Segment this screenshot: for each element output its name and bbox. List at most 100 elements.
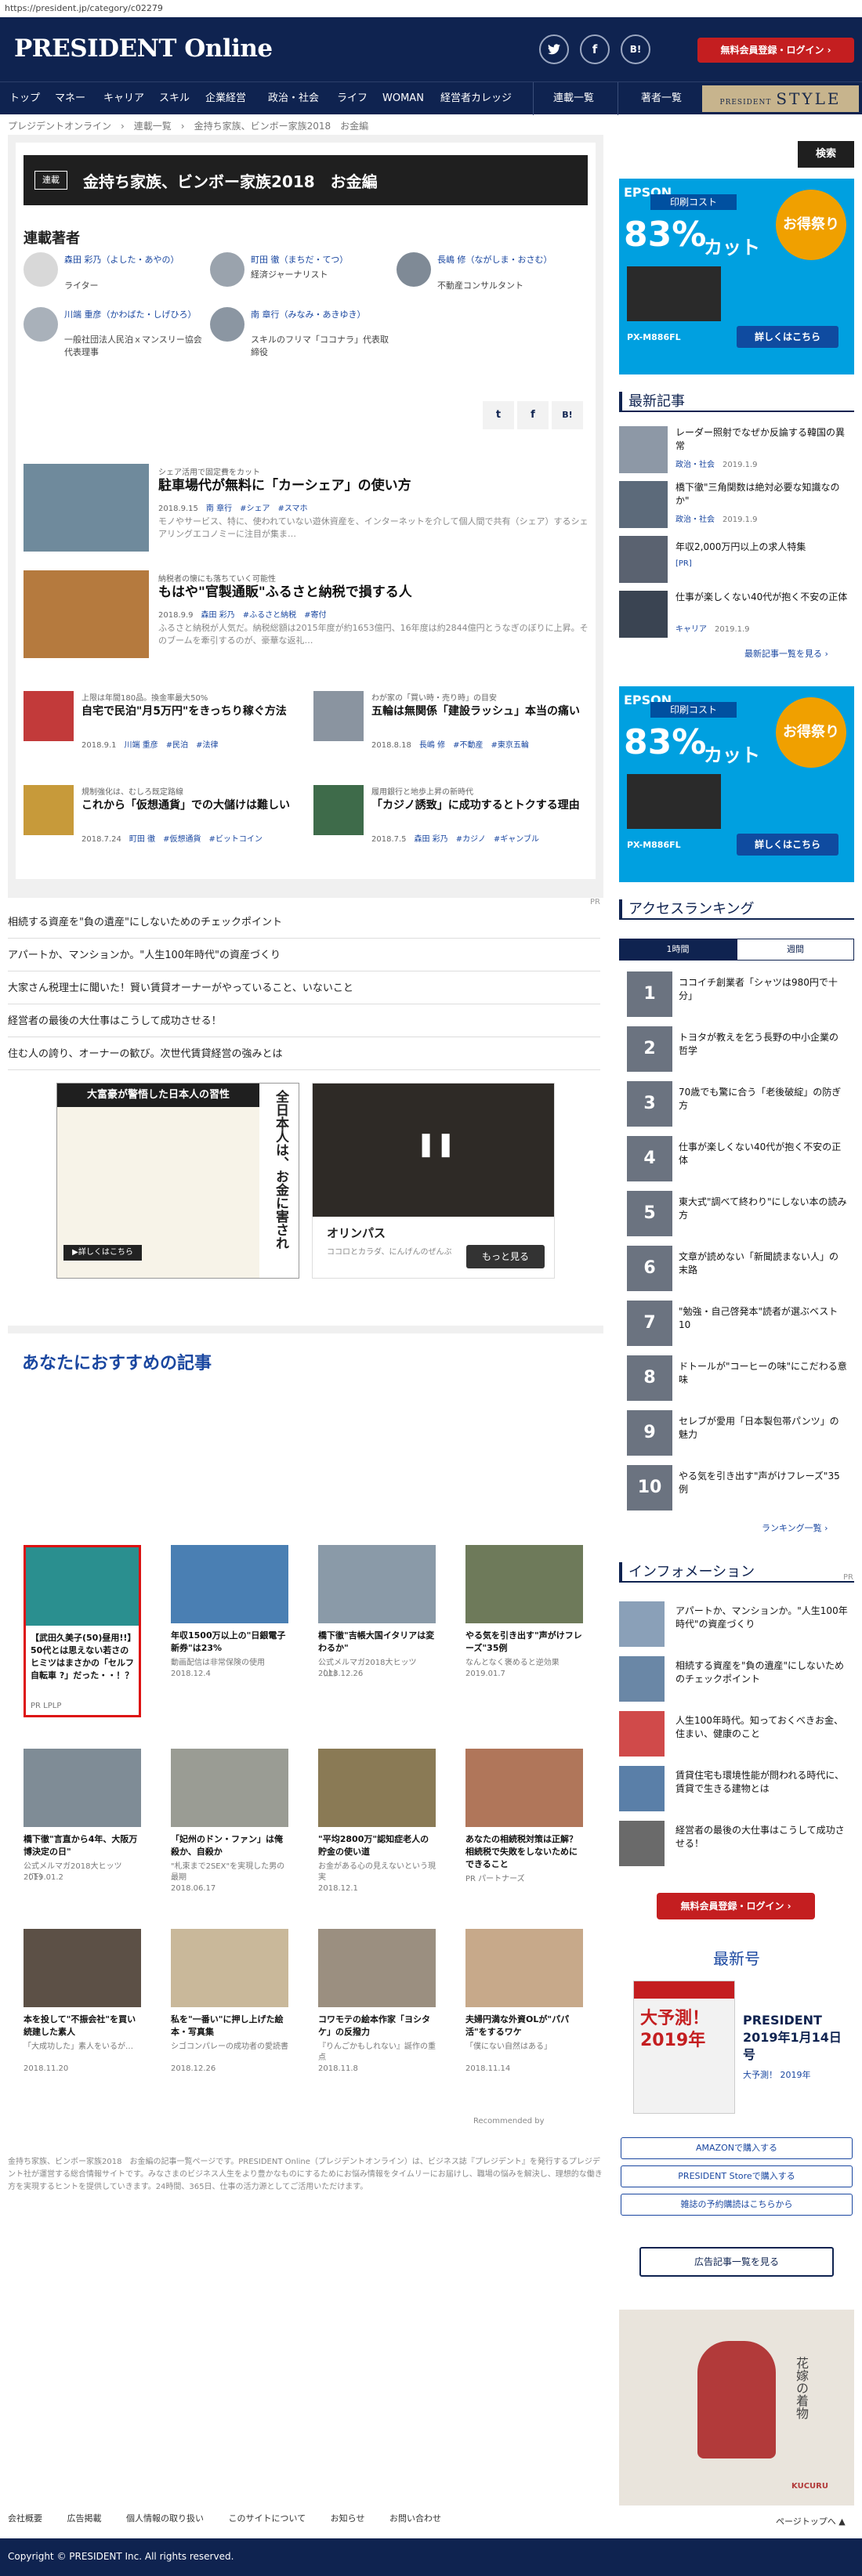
recommend-title[interactable]: 橋下徹"吉帳大国イタリアは変わるか" bbox=[318, 1630, 436, 1655]
twitter-icon[interactable] bbox=[539, 34, 569, 64]
article-thumbnail[interactable] bbox=[24, 570, 149, 658]
info-item[interactable]: 経営者の最後の大仕事はこうして成功させる！ bbox=[675, 1824, 848, 1851]
avatar[interactable] bbox=[24, 252, 58, 287]
info-item[interactable]: 賃貸住宅も環境性能が問われる時代に、賃貸で生きる建物とは bbox=[675, 1769, 848, 1796]
recommend-thumbnail[interactable] bbox=[24, 1749, 141, 1827]
article-title[interactable]: 駐車場代が無料に「カーシェア」の使い方 bbox=[158, 478, 411, 494]
recommend-attribution[interactable]: Recommended by bbox=[473, 2117, 545, 2126]
pause-icon[interactable]: ❚❚ bbox=[416, 1131, 455, 1162]
video-ad-button[interactable]: もっと見る bbox=[466, 1245, 545, 1268]
ad-cta-button[interactable]: 詳しくはこちら bbox=[737, 834, 838, 856]
president-style-link[interactable]: PRESIDENT STYLE bbox=[702, 85, 859, 112]
article-thumbnail[interactable] bbox=[313, 691, 364, 741]
ranking-item[interactable]: 70歳でも驚に合う「老後破綻」の防ぎ方 bbox=[679, 1086, 847, 1113]
recommend-thumbnail[interactable] bbox=[465, 1545, 583, 1623]
ranking-item[interactable]: セレブが愛用「日本製包帯パンツ」の魅力 bbox=[679, 1415, 847, 1442]
recommend-thumbnail[interactable] bbox=[465, 1929, 583, 2007]
article-thumbnail[interactable] bbox=[313, 785, 364, 835]
video-ad[interactable]: ❚❚ オリンパス ココロとカラダ、にんげんのぜんぶ もっと見る bbox=[312, 1083, 555, 1279]
footer-link[interactable]: このサイトについて bbox=[229, 2513, 306, 2524]
article-thumbnail[interactable] bbox=[24, 464, 149, 552]
avatar[interactable] bbox=[24, 307, 58, 342]
pr-link[interactable]: 相続する資産を"負の遺産"にしないためのチェックポイント bbox=[8, 907, 600, 939]
ranking-item[interactable]: ドトールが"コーヒーの味"にこだわる意味 bbox=[679, 1360, 847, 1387]
article-title[interactable]: 自宅で民泊"月5万円"をきっちり稼ぐ方法 bbox=[81, 704, 301, 719]
latest-thumbnail[interactable] bbox=[619, 591, 668, 638]
info-item[interactable]: 相続する資産を"負の遺産"にしないためのチェックポイント bbox=[675, 1659, 848, 1686]
article-title[interactable]: 「カジノ誘致」に成功するとトクする理由 bbox=[371, 798, 591, 813]
ranking-item[interactable]: 文章が読めない「新聞読まない人」の末路 bbox=[679, 1250, 847, 1277]
recommend-title[interactable]: 「妃州のドン・ファン」は俺殺か、自殺か bbox=[171, 1833, 288, 1858]
issue-title[interactable]: PRESIDENT 2019年1月14日号 bbox=[743, 2012, 853, 2064]
latest-more-link[interactable]: 最新記事一覧を見る › bbox=[744, 647, 828, 660]
ranking-item[interactable]: やる気を引き出す"声がけフレーズ"35例 bbox=[679, 1470, 847, 1496]
recommend-title[interactable]: 年収1500万以上の"日銀電子新券"は23% bbox=[171, 1630, 288, 1655]
recommend-title[interactable]: 夫婦円満な外資OLが"パパ活"をするワケ bbox=[465, 2013, 583, 2039]
nav-item-money[interactable]: マネー bbox=[55, 82, 85, 115]
ad-cta-button[interactable]: 詳しくはこちら bbox=[737, 326, 838, 348]
recommend-thumbnail[interactable] bbox=[24, 1929, 141, 2007]
search-button[interactable]: 検索 bbox=[798, 141, 854, 168]
avatar[interactable] bbox=[210, 307, 244, 342]
recommend-title[interactable]: やる気を引き出す"声がけフレーズ"35例 bbox=[465, 1630, 583, 1655]
latest-thumbnail[interactable] bbox=[619, 481, 668, 528]
avatar[interactable] bbox=[210, 252, 244, 287]
ranking-item[interactable]: 東大式"調べて終わり"にしない本の読み方 bbox=[679, 1196, 847, 1222]
article-title[interactable]: これから「仮想通貨」での大儲けは難しい bbox=[81, 798, 301, 813]
article-thumbnail[interactable] bbox=[24, 691, 74, 741]
epson-ad[interactable]: EPSON 印刷コスト 83% カット お得祭り PX-M886FL 詳しくはこ… bbox=[619, 179, 854, 374]
share-hatena-icon[interactable]: B! bbox=[552, 401, 583, 429]
nav-item-skill[interactable]: スキル bbox=[159, 82, 190, 115]
latest-title[interactable]: レーダー照射でなぜか反論する韓国の異常 bbox=[675, 426, 848, 453]
magazine-subscribe-button[interactable]: 雑誌の予約購読はこちらから bbox=[621, 2194, 853, 2216]
nav-item-college[interactable]: 経営者カレッジ bbox=[440, 82, 512, 115]
info-thumbnail[interactable] bbox=[619, 1766, 665, 1811]
info-item[interactable]: アパートか、マンションか。"人生100年時代"の資産づくり bbox=[675, 1605, 848, 1631]
share-twitter-icon[interactable]: t bbox=[483, 401, 514, 429]
recommend-thumbnail[interactable] bbox=[26, 1547, 139, 1626]
breadcrumb[interactable]: プレジデントオンライン › 連載一覧 › 金持ち家族、ビンボー家族2018 お金… bbox=[8, 119, 368, 132]
pr-link[interactable]: アパートか、マンションか。"人生100年時代"の資産づくり bbox=[8, 940, 600, 971]
recommend-thumbnail[interactable] bbox=[171, 1929, 288, 2007]
footer-link[interactable]: 広告掲載 bbox=[67, 2513, 102, 2524]
recommend-thumbnail[interactable] bbox=[171, 1749, 288, 1827]
recommend-thumbnail[interactable] bbox=[171, 1545, 288, 1623]
recommend-title[interactable]: コワモテの絵本作家「ヨシタケ」の反撥力 bbox=[318, 2013, 436, 2039]
footer-link[interactable]: お知らせ bbox=[331, 2513, 365, 2524]
video-player[interactable]: ❚❚ bbox=[313, 1084, 554, 1217]
kimono-ad[interactable]: 花嫁の着物 KUCURU bbox=[619, 2310, 854, 2505]
recommend-title[interactable]: 【武田久美子(50)昼用!!】50代とは思えない若さのヒミツはまさかの「セルフ自… bbox=[31, 1632, 136, 1682]
latest-title[interactable]: 仕事が楽しくない40代が抱く不安の正体 bbox=[675, 591, 848, 604]
author-name[interactable]: 川端 重彦（かわばた・しげひろ） bbox=[64, 309, 197, 321]
avatar[interactable] bbox=[397, 252, 431, 287]
tab-weekly[interactable]: 週間 bbox=[737, 939, 854, 961]
address-bar[interactable]: https://president.jp/category/c02279 bbox=[0, 0, 862, 17]
pr-link[interactable]: 大家さん税理士に聞いた！賢い賃貸オーナーがやっていること、いないこと bbox=[8, 973, 600, 1004]
nav-item-series[interactable]: 連載一覧 bbox=[553, 82, 594, 115]
author-name[interactable]: 町田 徹（まちだ・てつ） bbox=[251, 254, 376, 266]
recommend-thumbnail[interactable] bbox=[318, 1545, 436, 1623]
info-thumbnail[interactable] bbox=[619, 1656, 665, 1702]
info-thumbnail[interactable] bbox=[619, 1711, 665, 1757]
book-ad-button[interactable]: ▶詳しくはこちら bbox=[63, 1245, 142, 1261]
tab-hourly[interactable]: 1時間 bbox=[619, 939, 737, 961]
facebook-icon[interactable]: f bbox=[580, 34, 610, 64]
footer-link[interactable]: 個人情報の取り扱い bbox=[126, 2513, 204, 2524]
author-name[interactable]: 森田 彩乃（よした・あやの） bbox=[64, 254, 190, 266]
ranking-item[interactable]: "勉強・自己啓発本"読者が選ぶベスト10 bbox=[679, 1305, 847, 1332]
recommend-title[interactable]: "平均2800万"認知症老人の貯金の使い道 bbox=[318, 1833, 436, 1858]
article-title[interactable]: もはや"官製通販"ふるさと納税で損する人 bbox=[158, 584, 412, 600]
info-thumbnail[interactable] bbox=[619, 1821, 665, 1866]
ranking-more-link[interactable]: ランキング一覧 › bbox=[762, 1521, 828, 1534]
book-ad[interactable]: 大富豪が警悟した日本人の習性 全日本人は、お金に害され ▶詳しくはこちら bbox=[56, 1083, 299, 1279]
recommend-thumbnail[interactable] bbox=[318, 1929, 436, 2007]
pr-link[interactable]: 経営者の最後の大仕事はこうして成功させる！ bbox=[8, 1006, 600, 1037]
buy-amazon-button[interactable]: AMAZONで購入する bbox=[621, 2137, 853, 2159]
sidebar-register-button[interactable]: 無料会員登録・ログイン › bbox=[657, 1893, 815, 1919]
share-facebook-icon[interactable]: f bbox=[517, 401, 549, 429]
footer-link[interactable]: お問い合わせ bbox=[389, 2513, 441, 2524]
buy-store-button[interactable]: PRESIDENT Storeで購入する bbox=[621, 2165, 853, 2187]
latest-title[interactable]: 橋下徹"三角関数は絶対必要な知識なのか" bbox=[675, 481, 848, 508]
ranking-item[interactable]: 仕事が楽しくない40代が抱く不安の正体 bbox=[679, 1141, 847, 1167]
recommend-title[interactable]: 私を"一番い"に押し上げた絵本・写真集 bbox=[171, 2013, 288, 2039]
